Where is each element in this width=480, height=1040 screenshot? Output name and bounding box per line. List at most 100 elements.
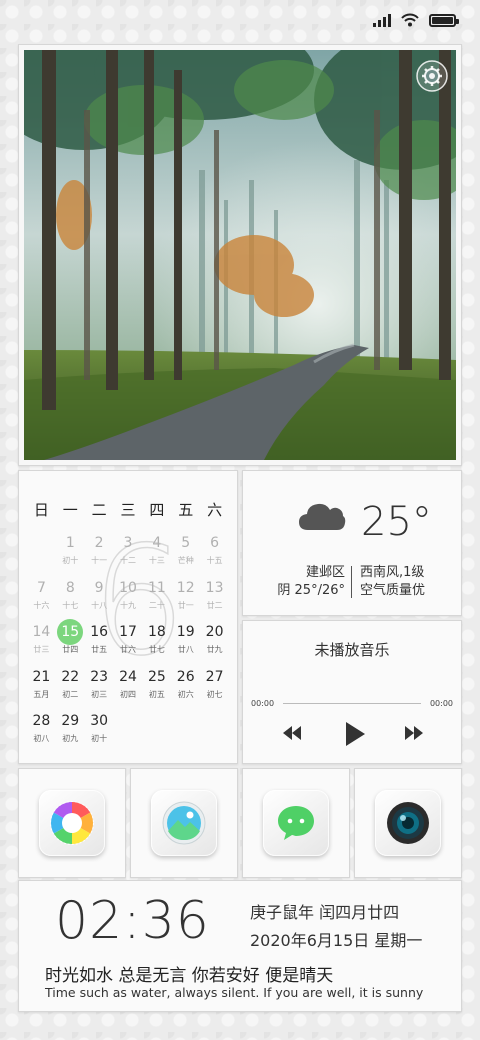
color-wheel-icon bbox=[50, 801, 94, 845]
calendar-day[interactable]: 25 初五 bbox=[142, 667, 171, 712]
camera-app-icon[interactable] bbox=[375, 790, 441, 856]
calendar-day[interactable]: 16 廿五 bbox=[85, 622, 114, 667]
calendar-day[interactable]: 27 初七 bbox=[200, 667, 229, 712]
calendar-day[interactable]: 11 二十 bbox=[142, 578, 171, 623]
day-number: 12 bbox=[176, 579, 195, 596]
lunar-day: 廿八 bbox=[177, 645, 194, 654]
app-card-camera bbox=[354, 768, 462, 878]
weekday-label: 一 bbox=[62, 501, 78, 519]
day-number: 20 bbox=[205, 624, 224, 640]
camera-lens-icon bbox=[387, 802, 429, 844]
wind: 西南风,1级 bbox=[360, 565, 425, 580]
theme-app-icon[interactable] bbox=[39, 790, 105, 856]
weekday-label: 四 bbox=[149, 501, 165, 519]
wifi-icon bbox=[401, 13, 419, 27]
day-number: 25 bbox=[147, 668, 166, 685]
lunar-day: 初六 bbox=[177, 689, 194, 699]
lunar-day: 初八 bbox=[33, 734, 50, 743]
calendar-day[interactable]: 26 初六 bbox=[171, 667, 200, 712]
photo-widget[interactable] bbox=[18, 44, 462, 466]
clock-widget[interactable]: 02:36 庚子鼠年 闰四月廿四 2020年6月15日 星期一 时光如水 总是无… bbox=[18, 880, 462, 1012]
calendar-day[interactable]: 6 十五 bbox=[200, 533, 229, 578]
status-bar bbox=[373, 10, 459, 30]
next-button[interactable] bbox=[403, 723, 425, 747]
day-number: 27 bbox=[205, 668, 224, 685]
calendar-day[interactable]: 28 初八 bbox=[27, 711, 56, 756]
lunar-day: 十九 bbox=[119, 600, 136, 610]
day-number: 6 bbox=[210, 535, 220, 551]
lunar-day: 初十 bbox=[62, 556, 79, 565]
quote-english: Time such as water, always silent. If yo… bbox=[45, 985, 424, 1000]
forest-road-photo bbox=[24, 50, 456, 460]
weather-details: 西南风,1级 空气质量优 bbox=[360, 564, 425, 600]
temperature: 25° bbox=[361, 499, 432, 545]
messages-app-icon[interactable] bbox=[263, 790, 329, 856]
app-card-gallery bbox=[130, 768, 238, 878]
calendar-day[interactable]: 20 廿九 bbox=[200, 622, 229, 667]
calendar-day[interactable]: 29 初九 bbox=[56, 711, 85, 756]
air-quality: 空气质量优 bbox=[360, 583, 426, 598]
day-number: 11 bbox=[147, 579, 166, 596]
day-number: 5 bbox=[181, 535, 191, 551]
lunar-day: 廿三 bbox=[33, 645, 50, 654]
calendar-day[interactable]: 18 廿七 bbox=[142, 622, 171, 667]
lunar-day: 初三 bbox=[91, 689, 108, 699]
clock-time: 02:36 bbox=[55, 891, 210, 951]
lunar-day: 廿九 bbox=[206, 645, 223, 654]
calendar-day[interactable]: 19 廿八 bbox=[171, 622, 200, 667]
play-button[interactable] bbox=[343, 721, 367, 751]
lunar-day: 初九 bbox=[62, 734, 79, 743]
track-title: 未播放音乐 bbox=[314, 641, 390, 659]
calendar-day[interactable]: 2 十一 bbox=[85, 533, 114, 578]
weekday-header: 日一二三四五六 bbox=[27, 499, 229, 520]
calendar-day[interactable]: 7 十六 bbox=[27, 578, 56, 623]
music-widget[interactable]: 未播放音乐 00:00 00:00 bbox=[242, 620, 462, 764]
settings-button[interactable] bbox=[415, 59, 449, 93]
calendar-day[interactable]: 12 廿一 bbox=[171, 578, 200, 623]
previous-button[interactable] bbox=[281, 723, 303, 747]
day-number: 3 bbox=[123, 535, 133, 551]
calendar-day-today[interactable]: 15 廿四 bbox=[56, 619, 85, 667]
calendar-day[interactable]: 30 初十 bbox=[85, 711, 114, 756]
signal-icon bbox=[373, 13, 391, 27]
calendar-day[interactable]: 1 初十 bbox=[56, 533, 85, 578]
temperature-range: 阴 25°/26° bbox=[277, 583, 345, 598]
calendar-widget[interactable]: 6 日一二三四五六 1 初十 2 十一 3 十二 4 十三 5 芒种 6 十五 7 十六 8 十七 9 十八 10 十… bbox=[18, 470, 238, 764]
calendar-day[interactable]: 22 初二 bbox=[56, 667, 85, 712]
gallery-app-icon[interactable] bbox=[151, 790, 217, 856]
calendar-day[interactable]: 24 初四 bbox=[114, 667, 143, 712]
calendar-day[interactable]: 14 廿三 bbox=[27, 622, 56, 667]
calendar-day[interactable]: 5 芒种 bbox=[171, 533, 200, 578]
elapsed-time: 00:00 bbox=[251, 699, 275, 708]
day-number: 28 bbox=[32, 713, 51, 729]
calendar-day[interactable]: 10 十九 bbox=[114, 578, 143, 623]
calendar-day[interactable]: 23 初三 bbox=[85, 667, 114, 712]
weather-location: 建邺区 阴 25°/26° bbox=[277, 564, 345, 600]
play-icon bbox=[346, 722, 365, 746]
calendar-day[interactable]: 21 五月 bbox=[27, 667, 56, 712]
lunar-date: 庚子鼠年 闰四月廿四 bbox=[250, 903, 400, 922]
lunar-day: 廿二 bbox=[206, 600, 223, 610]
calendar-day[interactable]: 8 十七 bbox=[56, 578, 85, 623]
calendar-day[interactable]: 4 十三 bbox=[142, 533, 171, 578]
calendar-day[interactable]: 17 廿六 bbox=[114, 622, 143, 667]
lunar-day: 初七 bbox=[206, 689, 223, 699]
lunar-day: 廿五 bbox=[91, 645, 108, 654]
lunar-day: 廿七 bbox=[148, 645, 165, 654]
lunar-day: 初四 bbox=[119, 689, 136, 699]
calendar-day[interactable]: 3 十二 bbox=[114, 533, 143, 578]
cloud-icon bbox=[299, 503, 346, 530]
progress-bar[interactable] bbox=[283, 703, 421, 704]
weather-widget[interactable]: 25° 建邺区 阴 25°/26° 西南风,1级 空气质量优 bbox=[242, 470, 462, 616]
calendar-day[interactable]: 9 十八 bbox=[85, 578, 114, 623]
weekday-label: 六 bbox=[207, 501, 223, 519]
lunar-day: 五月 bbox=[33, 689, 50, 699]
weekday-label: 日 bbox=[33, 501, 49, 519]
lunar-day: 初十 bbox=[91, 734, 108, 743]
weekday-label: 二 bbox=[91, 501, 107, 519]
app-card-messages bbox=[242, 768, 350, 878]
calendar-day[interactable]: 13 廿二 bbox=[200, 578, 229, 623]
lunar-day: 十三 bbox=[148, 556, 165, 565]
lunar-day: 十七 bbox=[62, 600, 79, 610]
day-number: 21 bbox=[32, 668, 51, 685]
